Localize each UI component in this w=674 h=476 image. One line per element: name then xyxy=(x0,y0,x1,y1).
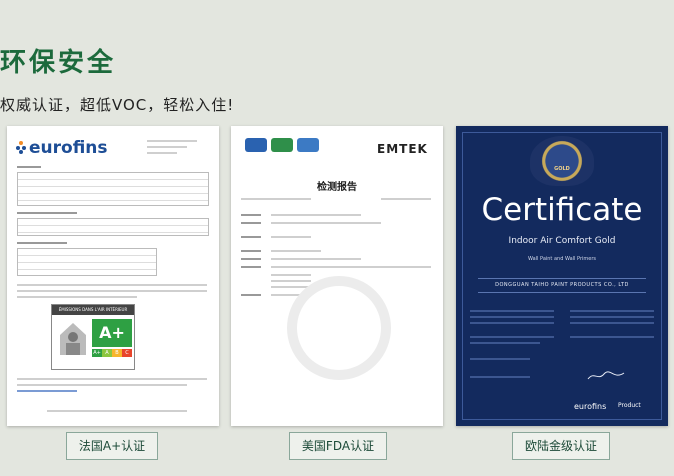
certificate-heading: Certificate xyxy=(481,192,643,228)
accreditation-badge xyxy=(297,138,319,152)
rating-scale-item: A+ xyxy=(92,349,102,357)
accreditation-badge xyxy=(245,138,267,152)
accreditation-badge xyxy=(271,138,293,152)
divider xyxy=(478,278,646,279)
certificate-text xyxy=(470,342,540,344)
results-table xyxy=(17,172,209,206)
table-row xyxy=(18,263,156,270)
field-label xyxy=(241,258,261,260)
field-value xyxy=(271,280,311,282)
rating-badge: A+ xyxy=(92,319,132,347)
field-value xyxy=(271,236,311,238)
emission-label-heading: ÉMISSIONS DANS L'AIR INTÉRIEUR xyxy=(52,305,134,315)
footer-text xyxy=(47,410,187,412)
field-value xyxy=(271,266,431,268)
certificate-text xyxy=(470,310,554,312)
field-value xyxy=(271,258,361,260)
field-value xyxy=(271,250,321,252)
report-meta xyxy=(147,140,197,142)
field-value xyxy=(271,274,311,276)
section-heading xyxy=(17,242,67,244)
field-value xyxy=(271,214,361,216)
eurofins-logo-text: eurofins xyxy=(29,138,108,158)
certificate-text xyxy=(470,336,554,338)
certificate-text xyxy=(570,322,654,324)
rating-scale: A+ A B C xyxy=(92,349,132,357)
report-meta xyxy=(147,146,187,148)
page-title: 环保安全 xyxy=(0,48,117,78)
emission-label: ÉMISSIONS DANS L'AIR INTÉRIEUR A+ A+ A B… xyxy=(51,304,135,370)
table-row xyxy=(18,180,208,187)
field-value xyxy=(271,222,381,224)
certificate-text xyxy=(470,322,554,324)
caption-gold: 欧陆金级认证 xyxy=(512,432,610,460)
field-label xyxy=(241,222,261,224)
caption-fda: 美国FDA认证 xyxy=(289,432,387,460)
certificate-company: DONGGUAN TAIHO PAINT PRODUCTS CO., LTD xyxy=(495,282,629,288)
certificate-text xyxy=(570,316,654,318)
rating-scale-item: B xyxy=(112,349,122,357)
table-row xyxy=(18,173,208,180)
section-heading xyxy=(17,166,41,168)
field-label xyxy=(241,294,261,296)
table-row xyxy=(18,187,208,194)
report-meta xyxy=(147,152,177,154)
certificate-text xyxy=(570,310,654,312)
watermark-icon xyxy=(287,276,391,380)
certificate-subheading: Indoor Air Comfort Gold xyxy=(508,236,616,246)
body-text xyxy=(17,290,207,292)
certificate-text xyxy=(470,376,530,378)
report-date xyxy=(381,198,431,200)
table-row xyxy=(18,249,156,256)
body-text xyxy=(17,296,137,298)
gold-seal-icon: GOLD xyxy=(530,136,594,186)
rating-scale-item: A xyxy=(102,349,112,357)
emission-table xyxy=(17,218,209,236)
divider xyxy=(478,292,646,293)
table-row xyxy=(18,219,208,226)
caption-french-a-plus: 法国A+认证 xyxy=(66,432,158,460)
sample-table xyxy=(17,248,157,276)
body-text xyxy=(17,378,207,380)
certificate-product-line: Wall Paint and Wall Primers xyxy=(527,256,597,262)
field-label xyxy=(241,250,261,252)
card-gold-certificate[interactable]: GOLD Certificate Indoor Air Comfort Gold… xyxy=(456,126,668,426)
report-number xyxy=(241,198,311,200)
card-fda-report[interactable]: EMTEK 检测报告 xyxy=(231,126,443,426)
certificate-product-mark: Product xyxy=(618,402,641,409)
house-icon xyxy=(60,323,86,355)
field-label xyxy=(241,214,261,216)
body-text xyxy=(17,284,207,286)
eurofins-logo-icon xyxy=(16,141,26,154)
certificate-text xyxy=(470,316,554,318)
emtek-logo-text: EMTEK xyxy=(377,142,428,156)
page-subtitle: 权威认证，超低VOC，轻松入住! xyxy=(0,96,235,114)
rating-scale-item: C xyxy=(122,349,132,357)
section-heading xyxy=(17,212,77,214)
table-row xyxy=(18,194,208,201)
body-text xyxy=(17,384,187,386)
certificate-text xyxy=(470,358,530,360)
table-row xyxy=(18,226,208,233)
field-label xyxy=(241,266,261,268)
field-label xyxy=(241,236,261,238)
certificate-eurofins-logo: eurofins xyxy=(574,402,607,411)
table-row xyxy=(18,256,156,263)
signature-icon xyxy=(587,371,625,380)
certificate-text xyxy=(570,336,654,338)
report-title: 检测报告 xyxy=(317,182,357,193)
card-french-a-plus[interactable]: eurofins ÉMISSIONS DANS L'AIR INTÉRIEUR … xyxy=(7,126,219,426)
seal-label: GOLD xyxy=(554,166,570,172)
link-text xyxy=(17,390,77,392)
